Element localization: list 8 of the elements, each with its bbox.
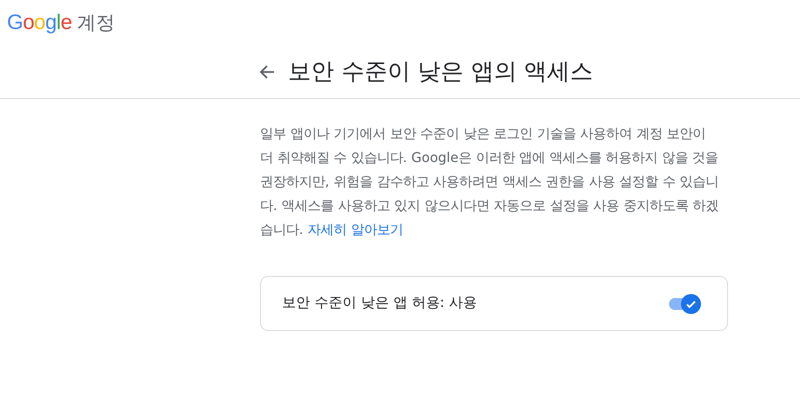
google-logo[interactable]: Google (7, 7, 72, 39)
toggle-switch[interactable] (669, 294, 701, 314)
back-button[interactable] (258, 63, 276, 81)
learn-more-link[interactable]: 자세히 알아보기 (308, 223, 403, 238)
page-title: 보안 수준이 낮은 앱의 액세스 (288, 58, 594, 87)
setting-label: 보안 수준이 낮은 앱 허용: 사용 (282, 294, 477, 313)
description: 일부 앱이나 기기에서 보안 수준이 낮은 로그인 기술을 사용하여 계정 보안이 더 취약해질 수 있습니다. Google은 이러한 앱에 액세스를 허용하지 않을 것을 권장하지만, 위험을 감수하고 사용하려면 액세스 권한을 사용 설정할 수 있습니다. 액세스를 사용하고 있지 않으시다면 자동으로 설정을 사용 중지하도록 하겠습니다. 자세히 알아보기 (260, 126, 720, 240)
product-name: 계정 (76, 10, 115, 36)
